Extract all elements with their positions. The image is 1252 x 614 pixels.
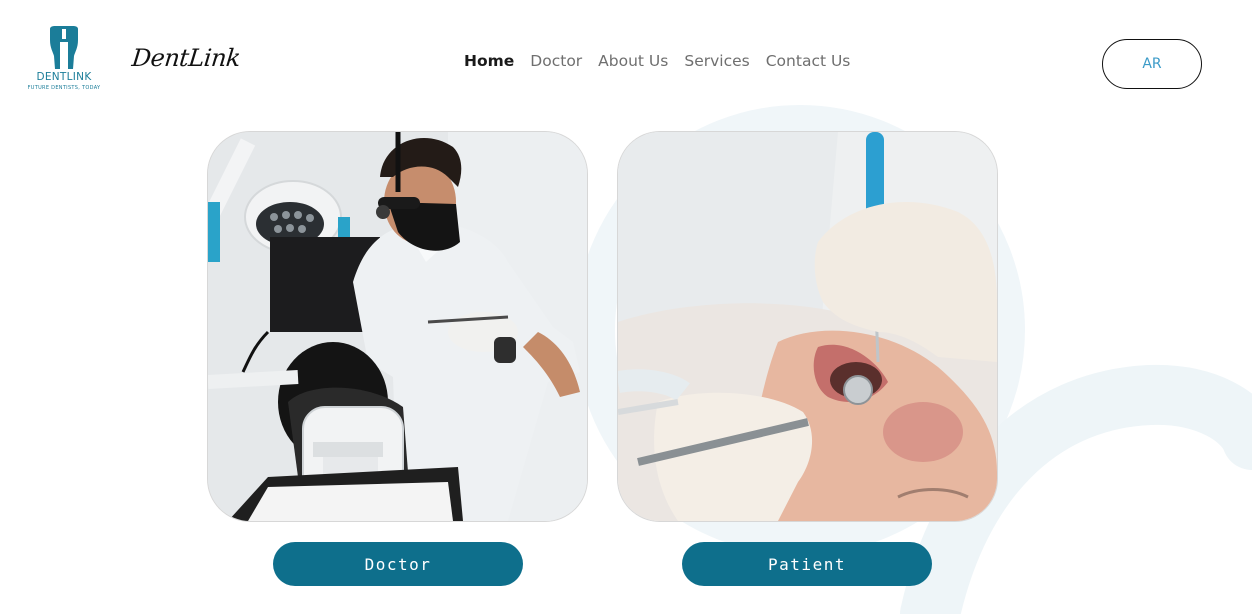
dentist-examining-patient-photo xyxy=(208,132,587,521)
doctor-image-card[interactable] xyxy=(208,132,587,521)
tooth-icon xyxy=(50,26,78,69)
logo-name: DENTLINK xyxy=(36,71,92,83)
nav-home[interactable]: Home xyxy=(464,52,514,70)
patient-button[interactable]: Patient xyxy=(682,542,932,586)
brand-name[interactable]: DentLink xyxy=(131,44,242,72)
doctor-button[interactable]: Doctor xyxy=(273,542,523,586)
nav-contact-us[interactable]: Contact Us xyxy=(766,52,851,70)
nav-doctor[interactable]: Doctor xyxy=(530,52,582,70)
main-nav: Home Doctor About Us Services Contact Us xyxy=(464,52,850,70)
patient-receiving-dental-treatment-photo xyxy=(618,132,997,521)
site-header: DENTLINK FUTURE DENTISTS, TODAY DentLink… xyxy=(0,0,1252,125)
nav-services[interactable]: Services xyxy=(684,52,749,70)
patient-image-card[interactable] xyxy=(618,132,997,521)
language-toggle-button[interactable]: AR xyxy=(1102,39,1202,89)
logo-tagline: FUTURE DENTISTS, TODAY xyxy=(27,85,101,91)
logo[interactable]: DENTLINK FUTURE DENTISTS, TODAY xyxy=(20,26,108,98)
nav-about-us[interactable]: About Us xyxy=(598,52,668,70)
